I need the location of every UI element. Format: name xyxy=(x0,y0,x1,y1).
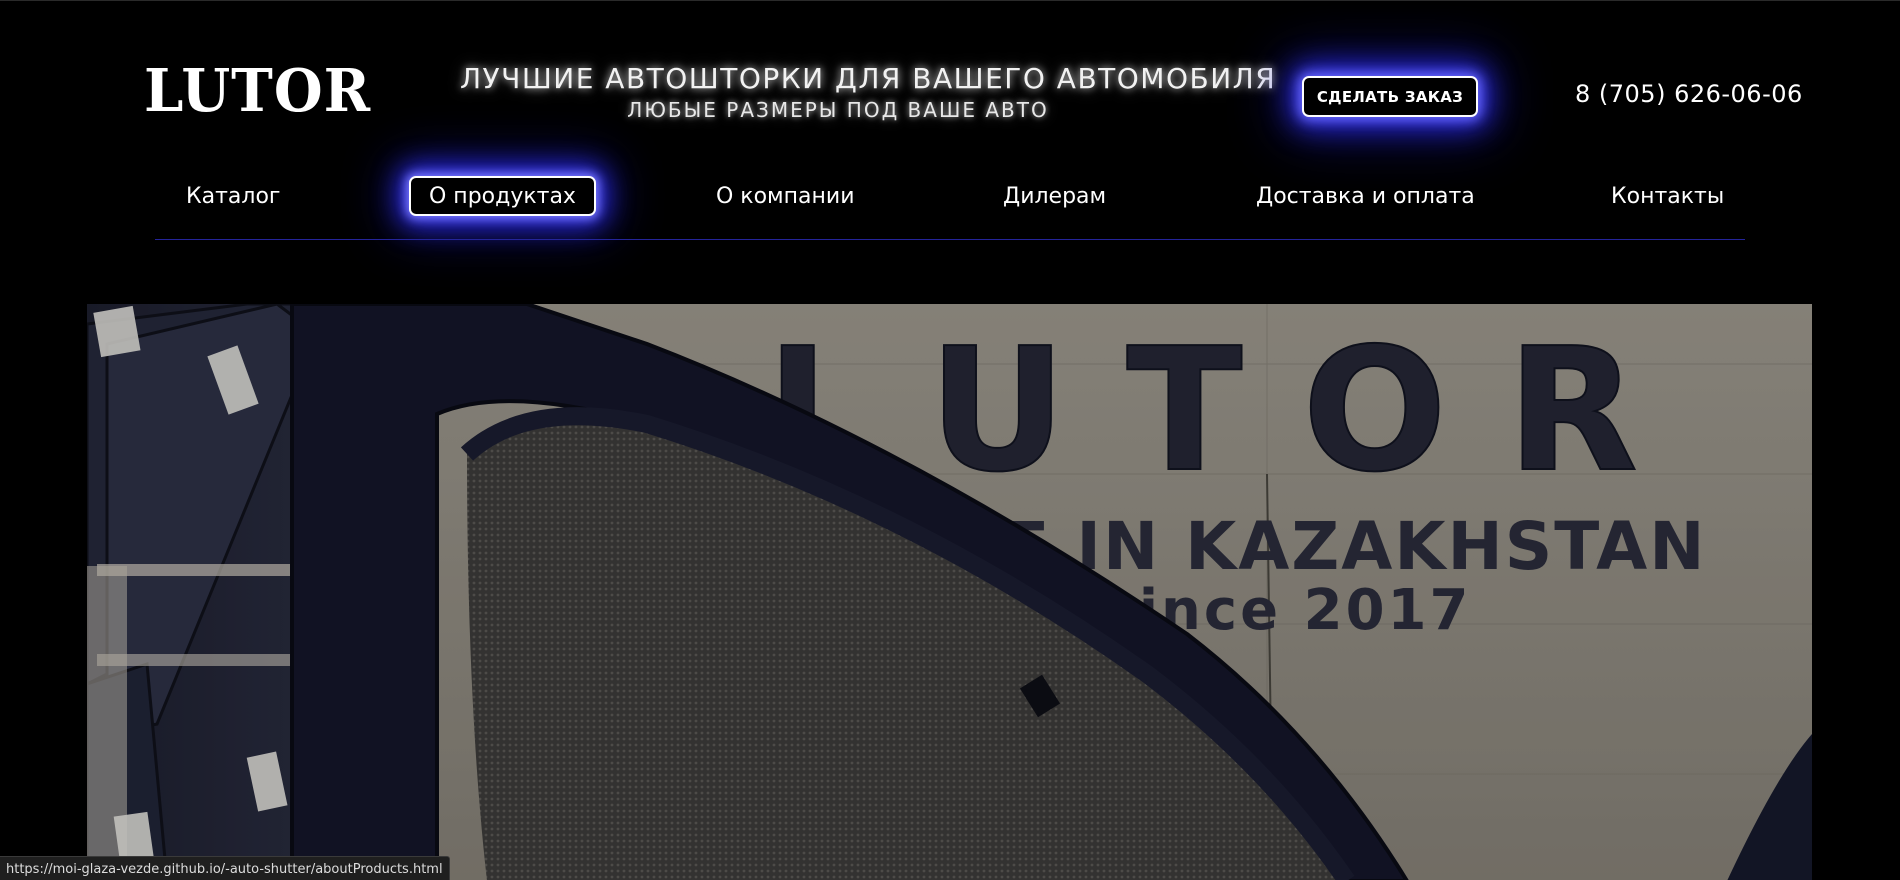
main-nav: Каталог О продуктах О компании Дилерам Д… xyxy=(155,171,1745,221)
hero-photo: LUTOR DE IN KAZAKHSTAN since 2017 xyxy=(87,304,1812,880)
order-button[interactable]: СДЕЛАТЬ ЗАКАЗ xyxy=(1302,76,1478,117)
nav-item-about-company[interactable]: О компании xyxy=(716,171,855,221)
logo[interactable]: LUTOR xyxy=(144,56,372,126)
nav-item-dealers[interactable]: Дилерам xyxy=(1003,171,1106,221)
tagline: ЛУЧШИЕ АВТОШТОРКИ ДЛЯ ВАШЕГО АВТОМОБИЛЯ … xyxy=(460,61,1277,123)
nav-item-contacts[interactable]: Контакты xyxy=(1611,171,1724,221)
page: LUTOR ЛУЧШИЕ АВТОШТОРКИ ДЛЯ ВАШЕГО АВТОМ… xyxy=(0,0,1900,880)
nav-divider xyxy=(155,239,1745,240)
hero-image: LUTOR DE IN KAZAKHSTAN since 2017 xyxy=(87,304,1812,880)
tagline-sub: ЛЮБЫЕ РАЗМЕРЫ ПОД ВАШЕ АВТО xyxy=(627,98,1049,122)
nav-item-delivery-payment[interactable]: Доставка и оплата xyxy=(1256,171,1475,221)
nav-item-catalog[interactable]: Каталог xyxy=(186,171,280,221)
logo-text: LUTOR xyxy=(144,56,372,126)
status-bar-url: https://moi-glaza-vezde.github.io/-auto-… xyxy=(0,856,450,880)
nav-item-about-products[interactable]: О продуктах xyxy=(409,176,596,216)
phone-number[interactable]: 8 (705) 626-06-06 xyxy=(1575,79,1803,109)
tagline-main: ЛУЧШИЕ АВТОШТОРКИ ДЛЯ ВАШЕГО АВТОМОБИЛЯ xyxy=(460,62,1277,95)
